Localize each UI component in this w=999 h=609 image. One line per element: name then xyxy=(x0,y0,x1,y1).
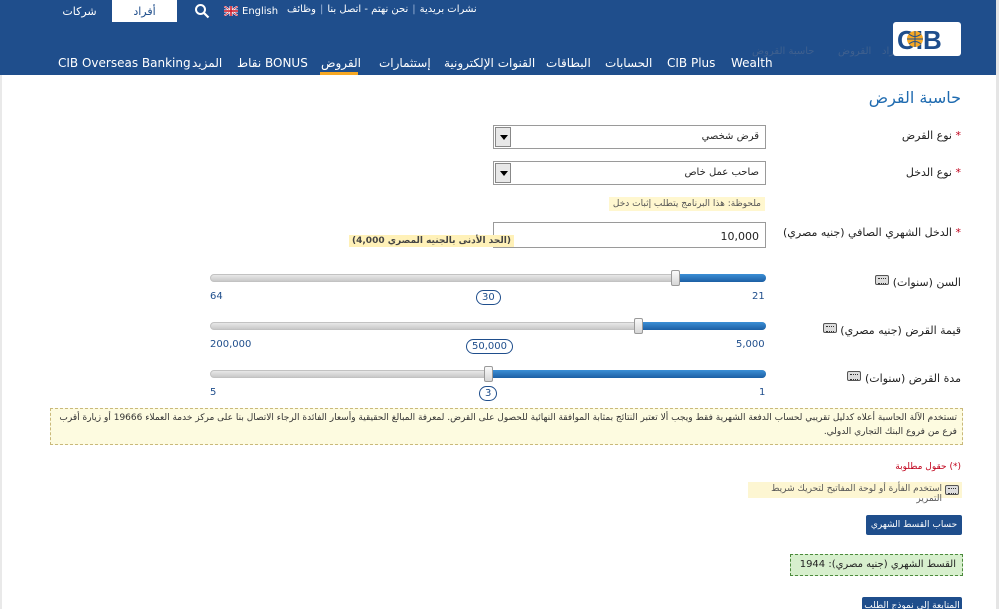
nav-wealth[interactable]: Wealth xyxy=(731,56,773,70)
duration-max: 5 xyxy=(210,387,217,398)
search-icon[interactable] xyxy=(194,3,210,19)
duration-value-bubble: 3 xyxy=(479,386,498,401)
nav-loans[interactable]: القروض xyxy=(321,56,361,70)
tab-companies[interactable]: شركات xyxy=(47,0,112,22)
calculate-button[interactable]: حساب القسط الشهري xyxy=(866,515,962,535)
keyboard-icon xyxy=(945,485,959,495)
nav-cards[interactable]: البطاقات xyxy=(546,56,591,70)
duration-slider[interactable] xyxy=(210,366,766,382)
breadcrumb-loans[interactable]: القروض xyxy=(838,46,871,57)
continue-to-application-button[interactable]: المتابعة إلى نموذج الطلب xyxy=(862,597,962,609)
nav-active-indicator xyxy=(320,72,358,75)
cib-logo[interactable]: CIB xyxy=(893,22,961,56)
net-income-label: * الدخل الشهري الصافي (جنيه مصري) xyxy=(782,226,961,239)
loan-type-label: * نوع القرض xyxy=(901,129,961,142)
keyboard-icon[interactable] xyxy=(875,275,889,285)
nav-more[interactable]: المزيد xyxy=(192,56,222,70)
duration-slider-fill xyxy=(488,370,766,378)
util-link-careers[interactable]: وظائف xyxy=(287,4,316,15)
nav-overseas-banking[interactable]: CIB Overseas Banking xyxy=(58,56,191,70)
age-slider-fill xyxy=(674,274,766,282)
income-type-select[interactable]: صاحب عمل خاص xyxy=(493,161,766,185)
loan-amount-slider-handle[interactable] xyxy=(633,318,643,334)
required-fields-note: (*) حقول مطلوبة xyxy=(895,462,961,472)
loan-amount-value-bubble: 50,000 xyxy=(466,339,513,354)
duration-slider-handle[interactable] xyxy=(484,366,493,382)
keyboard-icon[interactable] xyxy=(823,323,837,333)
util-link-newsletters[interactable]: نشرات بريدية xyxy=(420,4,477,15)
net-income-input[interactable]: 10,000 xyxy=(493,222,766,248)
nav-cib-plus[interactable]: CIB Plus xyxy=(667,56,715,70)
keyboard-hint-text: استخدم الفأرة أو لوحة المفاتيح لتحريك شر… xyxy=(771,484,942,504)
loan-amount-slider-fill xyxy=(637,322,766,330)
nav-accounts[interactable]: الحسابات xyxy=(605,56,652,70)
age-label: السن (سنوات) xyxy=(892,276,961,289)
duration-min: 1 xyxy=(759,387,766,398)
page-title: حاسبة القرض xyxy=(868,88,961,107)
loan-type-value: قرض شخصي xyxy=(701,131,759,142)
disclaimer-box: تستخدم الآلة الحاسبة أعلاه كدليل تقريبي … xyxy=(50,408,963,445)
util-link-contact[interactable]: نحن نهتم - اتصل بنا xyxy=(327,4,408,15)
net-income-value: 10,000 xyxy=(720,230,760,243)
uk-flag-icon xyxy=(224,6,238,16)
select-arrow-icon xyxy=(495,127,511,147)
loan-amount-label: قيمة القرض (جنيه مصري) xyxy=(840,324,961,337)
age-slider-handle[interactable] xyxy=(670,270,680,286)
tab-individuals[interactable]: أفراد xyxy=(112,0,177,22)
keyboard-icon[interactable] xyxy=(847,371,861,381)
keyboard-hint: استخدم الفأرة أو لوحة المفاتيح لتحريك شر… xyxy=(748,482,962,504)
age-value-bubble: 30 xyxy=(476,290,501,305)
language-label: English xyxy=(242,5,279,17)
age-max: 64 xyxy=(210,291,223,302)
loan-amount-min: 5,000 xyxy=(736,339,765,350)
duration-label: مدة القرض (سنوات) xyxy=(865,372,961,385)
loan-amount-max: 200,000 xyxy=(210,339,252,350)
monthly-installment-result: القسط الشهري (جنيه مصري): 1944 xyxy=(790,554,963,576)
income-type-value: صاحب عمل خاص xyxy=(684,167,759,178)
language-switch[interactable]: English xyxy=(224,4,278,18)
age-min: 21 xyxy=(752,291,765,302)
nav-bonus-points[interactable]: نقاط BONUS xyxy=(237,56,308,70)
utility-links: نشرات بريدية|نحن نهتم - اتصل بنا|وظائف xyxy=(287,4,477,15)
age-slider[interactable] xyxy=(210,270,766,286)
loan-type-select[interactable]: قرض شخصي xyxy=(493,125,766,149)
income-type-label: * نوع الدخل xyxy=(905,166,961,179)
page-edge-left xyxy=(0,75,2,609)
select-arrow-icon xyxy=(495,163,511,183)
nav-e-channels[interactable]: القنوات الإلكترونية xyxy=(444,56,535,70)
loan-amount-slider[interactable] xyxy=(210,318,766,334)
net-income-min-hint: (الحد الأدنى بالجنيه المصري 4,000) xyxy=(349,235,514,247)
income-proof-note: ملحوظة: هذا البرنامج يتطلب إثبات دخل xyxy=(608,197,765,211)
nav-investments[interactable]: إستثمارات xyxy=(379,56,431,70)
